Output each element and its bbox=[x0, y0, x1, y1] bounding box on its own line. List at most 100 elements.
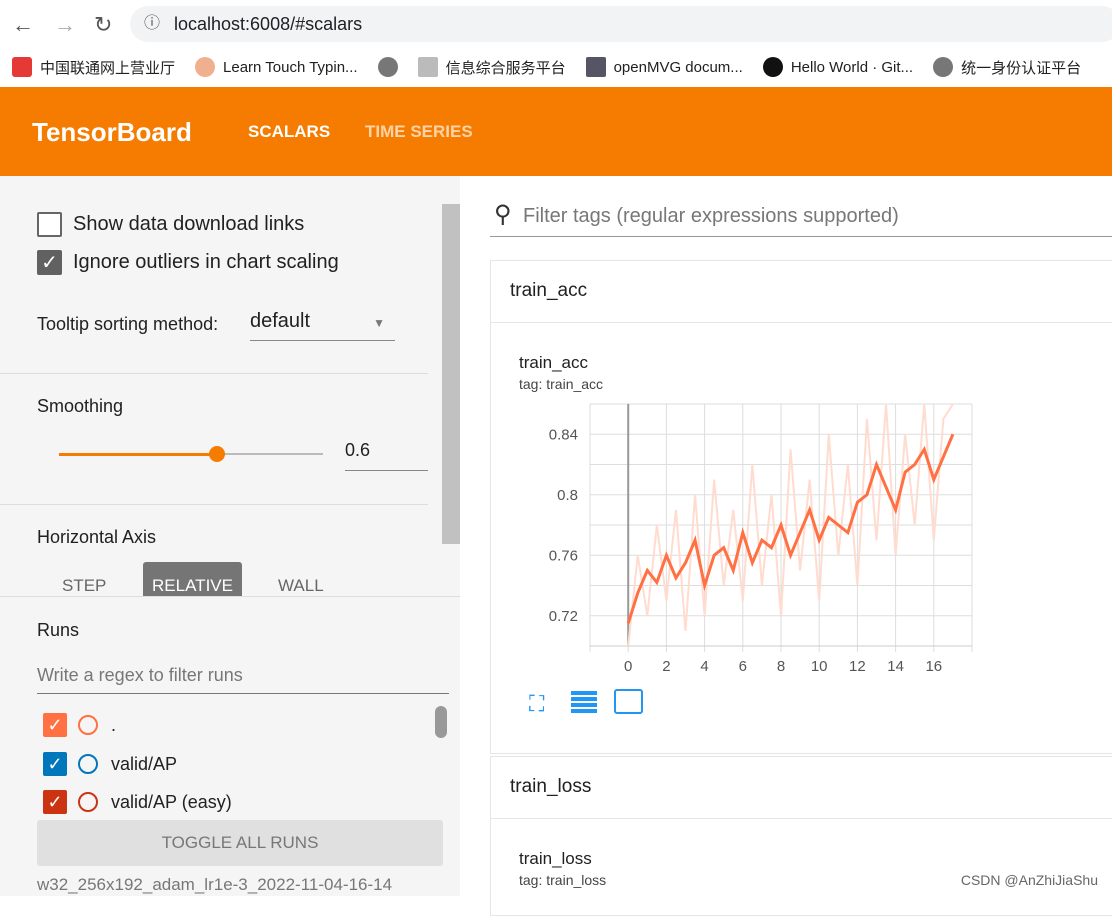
group-header[interactable]: train_loss bbox=[491, 757, 1112, 819]
tab-scalars[interactable]: SCALARS bbox=[232, 122, 347, 180]
smoothing-slider[interactable] bbox=[59, 446, 323, 462]
main-panel: ⚲ Filter tags (regular expressions suppo… bbox=[476, 176, 1112, 916]
x-tick-label: 0 bbox=[624, 658, 632, 671]
globe-icon bbox=[933, 57, 954, 77]
color-circle-icon[interactable] bbox=[78, 754, 98, 774]
haxis-wall-button[interactable]: WALL bbox=[278, 576, 324, 596]
avatar-icon bbox=[195, 57, 216, 77]
sidebar-scrollbar[interactable] bbox=[442, 204, 460, 544]
app-title: TensorBoard bbox=[32, 117, 192, 147]
x-tick-label: 16 bbox=[925, 658, 942, 671]
filter-tags-input[interactable]: ⚲ Filter tags (regular expressions suppo… bbox=[490, 200, 1112, 237]
color-circle-icon[interactable] bbox=[78, 792, 98, 812]
bookmark[interactable]: Hello World · Git... bbox=[762, 57, 914, 77]
forward-icon[interactable]: → bbox=[54, 12, 76, 38]
runs-scrollbar[interactable] bbox=[435, 706, 447, 738]
run-name: valid/AP (easy) bbox=[111, 791, 232, 812]
fit-domain-icon[interactable] bbox=[614, 689, 643, 714]
train-acc-chart[interactable]: 0.72 0.76 0.8 0.84 0 2 4 6 8 10 12 14 16 bbox=[515, 401, 985, 671]
bookmark[interactable]: 信息综合服务平台 bbox=[417, 57, 566, 78]
run-item[interactable]: ✓ valid/AP (easy) bbox=[43, 790, 232, 814]
globe-icon bbox=[377, 57, 398, 77]
bookmark-label: Learn Touch Typin... bbox=[223, 58, 358, 76]
run-directory: w32_256x192_adam_lr1e-3_2022-11-04-16-14 bbox=[37, 875, 393, 894]
group-header[interactable]: train_acc bbox=[491, 261, 1112, 323]
divider bbox=[0, 504, 428, 505]
runs-filter-input[interactable]: Write a regex to filter runs bbox=[37, 659, 449, 694]
tab-time-series[interactable]: TIME SERIES bbox=[365, 122, 473, 142]
bookmark[interactable] bbox=[377, 57, 398, 77]
smoothing-label: Smoothing bbox=[37, 396, 124, 416]
bookmark-label: 中国联通网上营业厅 bbox=[40, 59, 176, 77]
haxis-relative-button[interactable]: RELATIVE bbox=[143, 562, 242, 596]
tooltip-label: Tooltip sorting method: bbox=[37, 314, 219, 334]
x-tick-label: 10 bbox=[811, 658, 828, 671]
chart-tag: tag: train_loss bbox=[519, 872, 607, 888]
tooltip-sort-value: default bbox=[250, 310, 311, 332]
toggle-all-runs-button[interactable]: TOGGLE ALL RUNS bbox=[37, 820, 443, 866]
tag-group-train-acc: train_acc train_acc tag: train_acc 0.72 0… bbox=[490, 260, 1112, 754]
slider-thumb[interactable] bbox=[209, 446, 225, 462]
chart-title: train_loss bbox=[519, 849, 592, 868]
run-name: . bbox=[111, 714, 117, 735]
document-icon bbox=[585, 57, 606, 77]
run-checkbox[interactable]: ✓ bbox=[43, 713, 67, 737]
bookmark[interactable]: Learn Touch Typin... bbox=[195, 57, 358, 77]
x-tick-label: 4 bbox=[700, 658, 708, 671]
bookmark-label: openMVG docum... bbox=[613, 58, 743, 76]
x-tick-label: 12 bbox=[849, 658, 866, 671]
ignore-outliers-checkbox[interactable]: ✓ bbox=[37, 250, 62, 275]
tooltip-sort-select[interactable]: default ▼ bbox=[250, 308, 395, 341]
bookmark[interactable]: openMVG docum... bbox=[585, 57, 743, 77]
toggle-log-scale-icon[interactable] bbox=[571, 691, 597, 713]
bookmark-label: Hello World · Git... bbox=[790, 58, 914, 76]
y-tick-label: 0.8 bbox=[557, 487, 578, 504]
ignore-outliers-label: Ignore outliers in chart scaling bbox=[73, 251, 339, 273]
watermark: CSDN @AnZhiJiaShu bbox=[960, 872, 1098, 888]
runs-panel: Runs Write a regex to filter runs ✓. ✓ va… bbox=[0, 596, 460, 896]
color-circle-icon[interactable] bbox=[78, 715, 98, 735]
back-icon[interactable]: ← bbox=[12, 12, 34, 38]
bookmarks-bar: 中国联通网上营业厅 Learn Touch Typin... 信息综合服务平台 … bbox=[0, 48, 1112, 86]
search-icon: ⚲ bbox=[494, 201, 512, 228]
bookmark[interactable]: 中国联通网上营业厅 bbox=[12, 57, 175, 78]
run-item[interactable]: ✓. bbox=[43, 713, 116, 737]
address-bar[interactable]: ⓘ localhost:6008/#scalars bbox=[130, 6, 1112, 42]
x-tick-label: 6 bbox=[739, 658, 747, 671]
run-item[interactable]: ✓ valid/AP bbox=[43, 752, 177, 776]
chart-tag: tag: train_acc bbox=[519, 376, 604, 392]
y-tick-label: 0.76 bbox=[549, 547, 578, 564]
x-tick-label: 14 bbox=[887, 658, 904, 671]
github-icon bbox=[762, 57, 783, 77]
y-tick-label: 0.72 bbox=[549, 608, 578, 625]
haxis-step-button[interactable]: STEP bbox=[62, 576, 106, 596]
smoothing-input[interactable]: 0.6 bbox=[345, 440, 428, 471]
horizontal-axis-label: Horizontal Axis bbox=[37, 527, 157, 547]
bookmark-label: 统一身份认证平台 bbox=[961, 59, 1082, 77]
divider bbox=[0, 373, 428, 374]
sidebar: Show data download links ✓ Ignore outlie… bbox=[0, 176, 460, 896]
runs-label: Runs bbox=[37, 620, 80, 640]
run-name: valid/AP bbox=[111, 753, 178, 774]
tag-group-train-loss: train_loss train_loss tag: train_loss bbox=[490, 756, 1112, 916]
run-checkbox[interactable]: ✓ bbox=[43, 752, 67, 776]
chevron-down-icon: ▼ bbox=[373, 316, 385, 330]
chart-title: train_acc bbox=[519, 353, 588, 372]
x-tick-label: 2 bbox=[662, 658, 670, 671]
bookmark-label: 信息综合服务平台 bbox=[445, 59, 566, 77]
app-header: TensorBoard SCALARS TIME SERIES bbox=[0, 87, 1112, 180]
filter-placeholder: Filter tags (regular expressions support… bbox=[523, 205, 899, 227]
show-download-label: Show data download links bbox=[73, 213, 305, 235]
x-tick-label: 8 bbox=[777, 658, 785, 671]
url-text: localhost:6008/#scalars bbox=[174, 14, 363, 34]
info-icon: ⓘ bbox=[144, 15, 161, 32]
run-checkbox[interactable]: ✓ bbox=[43, 790, 67, 814]
reload-icon[interactable]: ↻ bbox=[94, 12, 112, 38]
home-icon bbox=[417, 57, 438, 77]
bookmark[interactable]: 统一身份认证平台 bbox=[933, 57, 1081, 78]
unicom-icon bbox=[12, 57, 32, 77]
browser-toolbar: ← → ↻ ⓘ localhost:6008/#scalars bbox=[0, 0, 1112, 48]
y-tick-label: 0.84 bbox=[549, 426, 578, 443]
show-download-checkbox[interactable] bbox=[37, 212, 62, 237]
fullscreen-icon[interactable]: ⛶ bbox=[529, 691, 544, 717]
